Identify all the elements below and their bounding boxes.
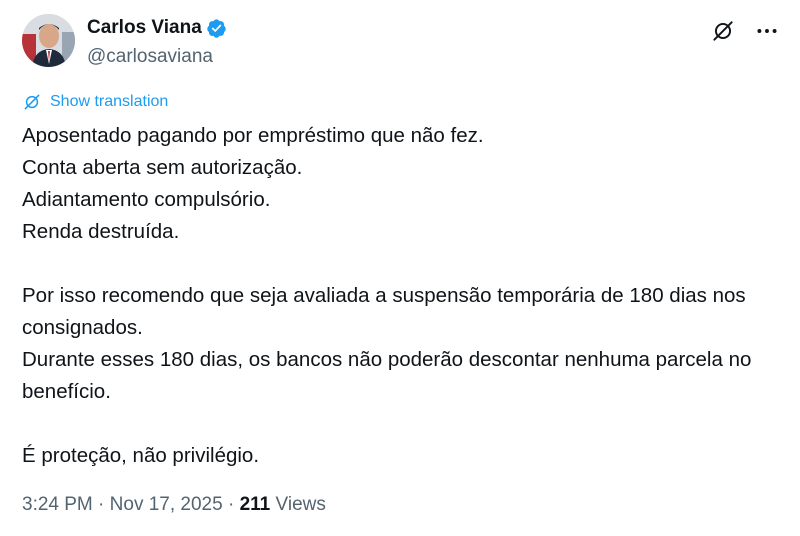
show-translation-label: Show translation bbox=[50, 93, 169, 110]
tweet-meta: 3:24 PM · Nov 17, 2025 · 211 Views bbox=[22, 494, 326, 516]
tweet-header: Carlos Viana @carlosaviana bbox=[22, 14, 780, 70]
tweet-time[interactable]: 3:24 PM bbox=[22, 494, 93, 515]
translate-icon bbox=[24, 94, 40, 110]
tweet-line: Por isso recomendo que seja avaliada a s… bbox=[22, 284, 746, 339]
author-display-name[interactable]: Carlos Viana bbox=[87, 17, 202, 39]
tweet-text: Aposentado pagando por empréstimo que nã… bbox=[22, 120, 762, 472]
author-handle[interactable]: @carlosaviana bbox=[87, 46, 227, 68]
tweet-line: Adiantamento compulsório. bbox=[22, 188, 271, 211]
tweet-line: É proteção, não privilégio. bbox=[22, 444, 260, 467]
meta-separator: · bbox=[92, 494, 110, 515]
tweet-line: Aposentado pagando por empréstimo que nã… bbox=[22, 124, 484, 147]
avatar[interactable] bbox=[22, 14, 75, 67]
tweet-line: Durante esses 180 dias, os bancos não po… bbox=[22, 348, 752, 403]
tweet-line: Conta aberta sem autorização. bbox=[22, 156, 303, 179]
views-label: Views bbox=[270, 494, 326, 515]
more-icon[interactable] bbox=[754, 18, 780, 44]
tweet-date[interactable]: Nov 17, 2025 bbox=[110, 494, 223, 515]
meta-separator: · bbox=[222, 494, 240, 515]
author-names: Carlos Viana @carlosaviana bbox=[87, 16, 227, 68]
verified-badge-icon[interactable] bbox=[206, 18, 227, 39]
grok-icon[interactable] bbox=[710, 18, 736, 44]
views-count[interactable]: 211 bbox=[240, 494, 271, 515]
tweet-line: Renda destruída. bbox=[22, 220, 180, 243]
show-translation-link[interactable]: Show translation bbox=[22, 92, 168, 112]
top-actions bbox=[710, 18, 780, 44]
